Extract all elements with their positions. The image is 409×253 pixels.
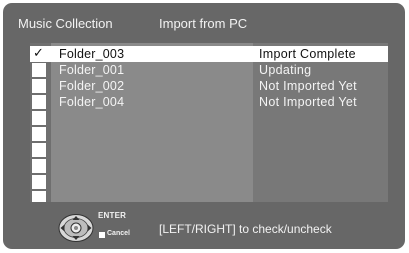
empty-checkbox (32, 175, 46, 189)
folder-list: ✓ Folder_003 Import Complete Folder_001 … (30, 43, 388, 202)
empty-checkbox (32, 143, 46, 157)
import-status: Not Imported Yet (259, 95, 357, 109)
checkbox[interactable]: ✓ (32, 45, 46, 61)
checkbox[interactable] (32, 63, 46, 77)
checkbox[interactable] (32, 79, 46, 93)
instruction-hint: [LEFT/RIGHT] to check/uncheck (159, 222, 332, 236)
folder-row-2[interactable]: Folder_001 Updating (30, 62, 388, 78)
empty-row (30, 158, 388, 174)
folder-name: Folder_004 (59, 95, 125, 109)
folder-row-4[interactable]: Folder_004 Not Imported Yet (30, 94, 388, 110)
mode-title: Import from PC (159, 16, 248, 31)
dpad-enter-icon (58, 214, 94, 242)
import-status: Import Complete (259, 47, 356, 61)
import-screen: Music Collection Import from PC ✓ Folder… (3, 3, 405, 249)
empty-row (30, 110, 388, 126)
empty-checkbox (32, 127, 46, 141)
folder-row-1[interactable]: ✓ Folder_003 Import Complete (30, 45, 388, 62)
footer: ENTER Cancel [LEFT/RIGHT] to check/unche… (3, 205, 405, 245)
page-title: Music Collection (18, 16, 113, 31)
checkbox[interactable] (32, 95, 46, 109)
empty-row (30, 142, 388, 158)
check-icon: ✓ (33, 45, 44, 60)
folder-name: Folder_003 (59, 47, 125, 61)
empty-row (30, 174, 388, 190)
folder-name: Folder_001 (59, 63, 125, 77)
folder-row-3[interactable]: Folder_002 Not Imported Yet (30, 78, 388, 94)
import-status: Not Imported Yet (259, 79, 357, 93)
cancel-button-icon (99, 232, 105, 238)
empty-row (30, 126, 388, 142)
empty-checkbox (32, 159, 46, 173)
cancel-label: Cancel (107, 230, 130, 237)
header: Music Collection Import from PC (3, 13, 405, 31)
enter-label: ENTER (98, 211, 127, 220)
empty-checkbox (32, 191, 46, 202)
empty-row (30, 190, 388, 202)
folder-name: Folder_002 (59, 79, 125, 93)
import-status: Updating (259, 63, 312, 77)
empty-checkbox (32, 111, 46, 125)
